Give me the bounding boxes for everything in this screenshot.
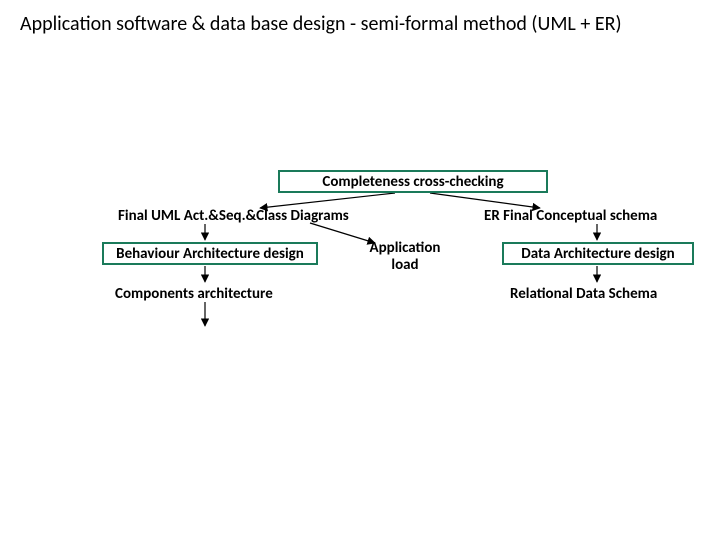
box-completeness-cross-checking: Completeness cross-checking [278,170,548,193]
label-application-load-line1: Application [370,239,441,257]
diagram-stage: Application software & data base design … [0,0,720,540]
label-final-uml-diagrams: Final UML Act.&Seq.&Class Diagrams [118,207,349,225]
label-er-final-conceptual-schema: ER Final Conceptual schema [484,207,657,225]
box-data-architecture-design: Data Architecture design [502,242,694,265]
slide-title: Application software & data base design … [20,12,622,36]
box-behaviour-architecture-design: Behaviour Architecture design [102,242,318,265]
label-relational-data-schema: Relational Data Schema [510,285,657,303]
label-components-architecture: Components architecture [115,285,273,303]
label-application-load: Application load [355,240,455,273]
label-application-load-line2: load [391,256,418,274]
